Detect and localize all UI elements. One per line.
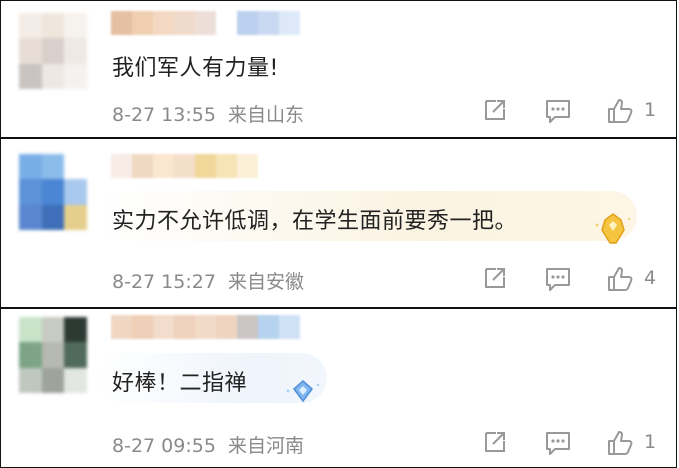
avatar-pixel — [41, 367, 65, 393]
username-pixel — [153, 11, 174, 35]
avatar-pixel — [19, 179, 42, 205]
username-pixel — [111, 315, 132, 339]
comment-meta: 8-27 15:27 来自安徽 — [112, 267, 304, 294]
avatar-pixel — [64, 63, 87, 89]
avatar-pixel — [41, 154, 65, 180]
username-pixel — [132, 315, 153, 339]
username-pixel — [258, 315, 279, 339]
avatar-pixel — [19, 154, 42, 180]
avatar-pixel — [41, 204, 65, 230]
comment-card: 实力不允许低调，在学生面前要秀一把。 8-27 15:27 来自安徽 4 — [0, 138, 677, 308]
comment-location: 来自山东 — [227, 104, 304, 126]
comment-card: 我们军人有力量! 8-27 13:55 来自山东 1 — [0, 0, 677, 138]
username-pixel — [216, 315, 237, 339]
share-icon[interactable] — [482, 97, 508, 127]
comment-meta: 8-27 09:55 来自河南 — [112, 431, 304, 458]
avatar-pixel — [41, 38, 65, 64]
avatar-pixel — [19, 38, 42, 64]
avatar[interactable] — [19, 317, 87, 393]
username-pixel — [153, 315, 174, 339]
avatar-pixel — [64, 204, 87, 230]
avatar-pixel — [41, 63, 65, 89]
comment-card: 好棒！二指禅 8-27 09:55 来自河南 1 — [0, 308, 677, 468]
avatar-pixel — [19, 13, 42, 39]
username-pixel — [195, 315, 216, 339]
username-pixel — [111, 11, 132, 35]
like-icon[interactable] — [606, 97, 634, 129]
reply-icon[interactable] — [544, 265, 572, 297]
avatar-pixel — [19, 63, 42, 89]
username-pixel — [216, 11, 237, 35]
comment-text: 实力不允许低调，在学生面前要秀一把。 — [112, 209, 518, 234]
username-pixel — [132, 154, 153, 178]
comment-text: 我们军人有力量! — [112, 56, 279, 81]
username-pixel — [153, 154, 174, 178]
avatar-pixel — [41, 13, 65, 39]
avatar-pixel — [19, 367, 42, 393]
comment-location: 来自安徽 — [227, 271, 304, 293]
username-pixel — [195, 11, 216, 35]
username-pixel — [174, 154, 195, 178]
share-icon[interactable] — [482, 265, 508, 295]
like-icon[interactable] — [606, 265, 634, 297]
share-icon[interactable] — [482, 429, 508, 459]
avatar-pixel — [41, 342, 65, 368]
like-count: 4 — [644, 267, 657, 289]
username-pixel — [174, 315, 195, 339]
avatar-pixel — [41, 179, 65, 205]
blue-badge-icon — [283, 379, 323, 417]
username-pixel — [216, 154, 237, 178]
like-count: 1 — [644, 99, 657, 121]
comment-location: 来自河南 — [227, 435, 304, 457]
avatar[interactable] — [19, 13, 87, 89]
avatar-pixel — [64, 317, 87, 343]
username-pixel — [237, 315, 258, 339]
like-count: 1 — [644, 431, 657, 453]
avatar-pixel — [64, 367, 87, 393]
comment-meta: 8-27 13:55 来自山东 — [112, 100, 304, 127]
avatar-pixel — [64, 154, 87, 180]
reply-icon[interactable] — [544, 97, 572, 129]
username-pixel — [111, 154, 132, 178]
username-pixel — [174, 11, 195, 35]
comment-actions: 1 — [456, 97, 676, 127]
gold-badge-icon — [591, 211, 635, 253]
avatar[interactable] — [19, 154, 87, 230]
reply-icon[interactable] — [544, 429, 572, 461]
username[interactable] — [111, 11, 300, 35]
username[interactable] — [111, 154, 258, 178]
username-pixel — [195, 154, 216, 178]
avatar-pixel — [64, 179, 87, 205]
username-pixel — [237, 11, 258, 35]
comment-actions: 1 — [456, 429, 676, 459]
comment-text: 好棒！二指禅 — [112, 371, 248, 396]
username-pixel — [132, 11, 153, 35]
username-pixel — [237, 154, 258, 178]
username-pixel — [279, 315, 300, 339]
username-pixel — [279, 11, 300, 35]
username[interactable] — [111, 315, 300, 339]
comment-time: 8-27 13:55 — [112, 104, 216, 126]
like-icon[interactable] — [606, 429, 634, 461]
avatar-pixel — [19, 342, 42, 368]
avatar-pixel — [64, 342, 87, 368]
comment-actions: 4 — [456, 265, 676, 295]
comment-time: 8-27 09:55 — [112, 435, 216, 457]
avatar-pixel — [19, 204, 42, 230]
avatar-pixel — [19, 317, 42, 343]
avatar-pixel — [64, 13, 87, 39]
avatar-pixel — [64, 38, 87, 64]
username-pixel — [258, 11, 279, 35]
avatar-pixel — [41, 317, 65, 343]
comment-time: 8-27 15:27 — [112, 271, 216, 293]
